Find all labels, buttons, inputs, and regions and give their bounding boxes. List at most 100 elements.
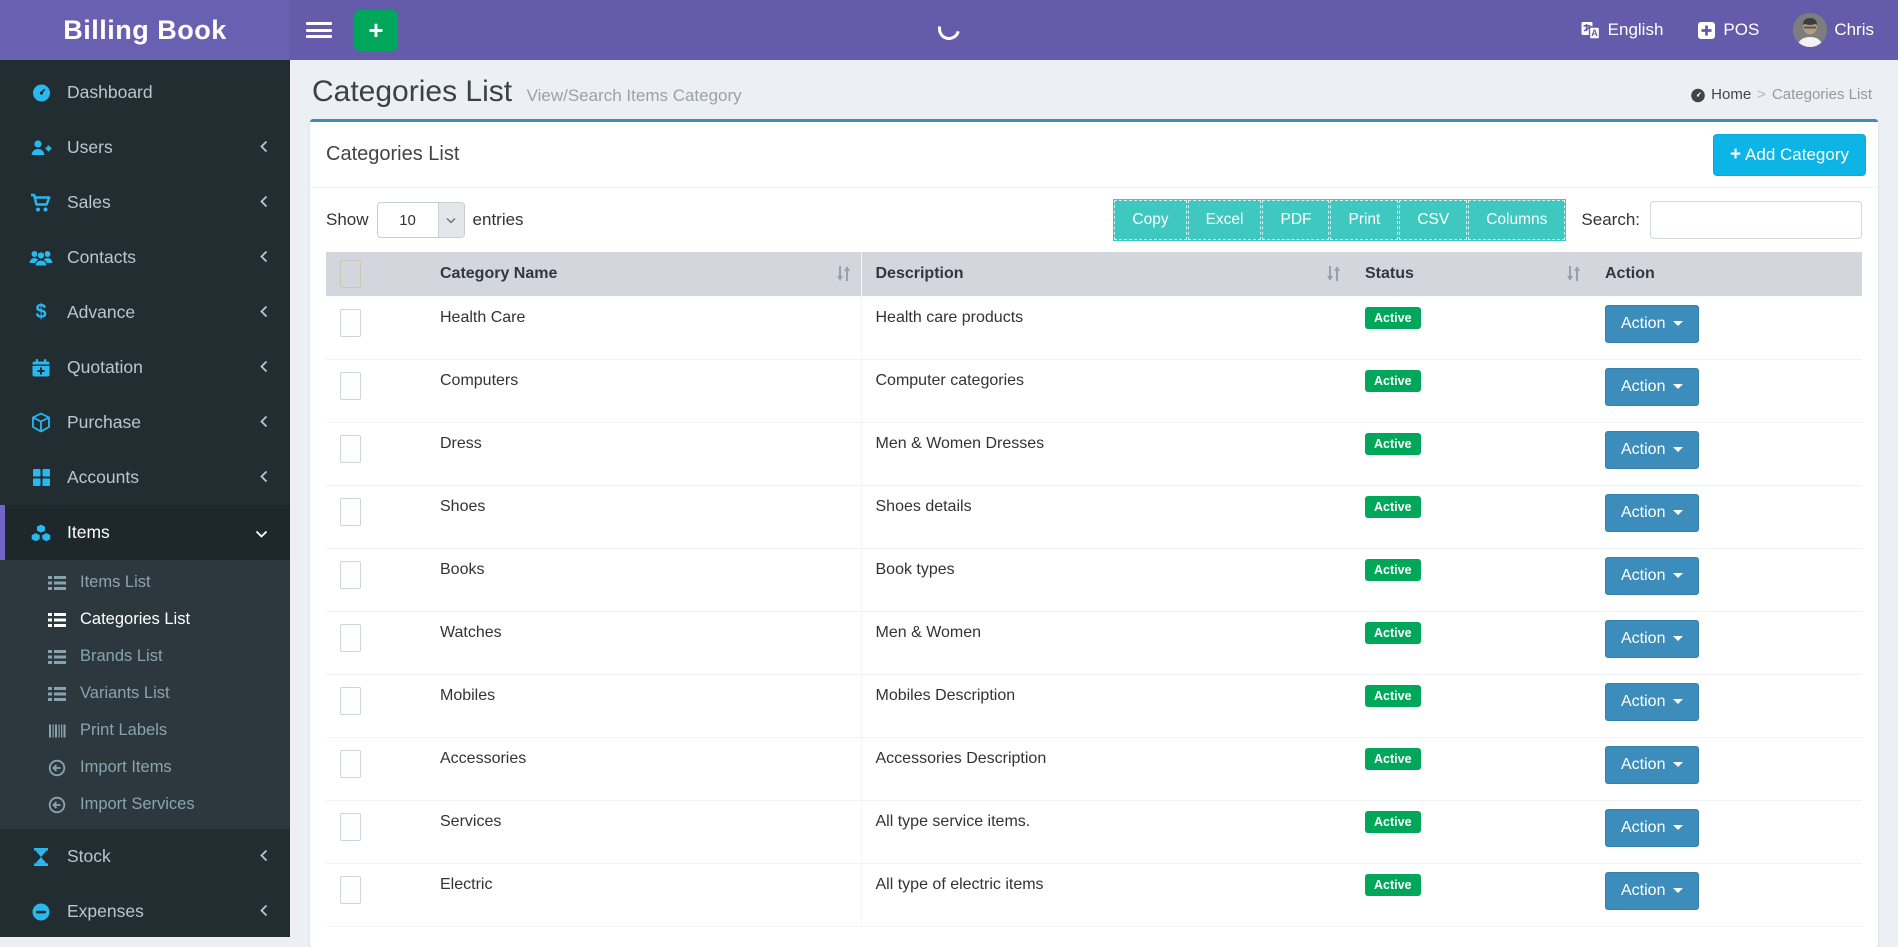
action-dropdown-button[interactable]: Action	[1605, 494, 1699, 532]
list-icon	[46, 575, 68, 591]
sidebar-subitem-variants-list[interactable]: Variants List	[0, 675, 290, 712]
copy-button[interactable]: Copy	[1114, 200, 1186, 240]
action-dropdown-button[interactable]: Action	[1605, 368, 1699, 406]
row-checkbox[interactable]	[340, 687, 361, 715]
sidebar-subitem-print-labels[interactable]: Print Labels	[0, 712, 290, 749]
dollar-icon: $	[29, 301, 53, 324]
pos-button[interactable]: POS	[1697, 20, 1759, 40]
breadcrumb-current: Categories List	[1772, 86, 1872, 103]
status-badge: Active	[1365, 433, 1421, 455]
main-content: Categories List View/Search Items Catego…	[290, 60, 1898, 937]
action-dropdown-button[interactable]: Action	[1605, 683, 1699, 721]
import-icon	[46, 796, 68, 814]
page-size-select[interactable]: 10	[377, 202, 465, 238]
print-button[interactable]: Print	[1330, 200, 1398, 240]
columns-button[interactable]: Columns	[1468, 200, 1565, 240]
breadcrumb-home-label: Home	[1711, 86, 1751, 103]
search-input[interactable]	[1650, 201, 1862, 239]
language-label: English	[1608, 20, 1664, 40]
sidebar-item-users[interactable]: Users	[0, 120, 290, 175]
sidebar: Dashboard Users Sales	[0, 60, 290, 937]
items-submenu: Items List Categories List Brands List	[0, 560, 290, 829]
sidebar-subitem-label: Print Labels	[80, 721, 167, 740]
table-row: Services All type service items. Active …	[326, 800, 1862, 863]
csv-button[interactable]: CSV	[1399, 200, 1467, 240]
action-dropdown-button[interactable]: Action	[1605, 746, 1699, 784]
sidebar-subitem-import-items[interactable]: Import Items	[0, 749, 290, 786]
breadcrumb-home-link[interactable]: Home	[1690, 86, 1751, 103]
chevron-left-icon	[260, 467, 268, 488]
add-category-button[interactable]: + Add Category	[1713, 134, 1866, 176]
user-menu[interactable]: Chris	[1793, 13, 1874, 47]
avatar	[1793, 13, 1827, 47]
quick-add-button[interactable]: +	[354, 10, 398, 51]
page-size-value: 10	[378, 203, 438, 237]
sort-icon	[1326, 266, 1341, 286]
sidebar-toggle-button[interactable]	[306, 20, 332, 40]
cubes-icon	[29, 523, 53, 543]
action-dropdown-button[interactable]: Action	[1605, 557, 1699, 595]
excel-button[interactable]: Excel	[1188, 200, 1262, 240]
select-all-checkbox[interactable]	[340, 260, 361, 288]
caret-down-icon	[1673, 384, 1683, 389]
language-menu[interactable]: A English	[1580, 20, 1664, 41]
sidebar-item-label: Advance	[67, 302, 260, 323]
pdf-button[interactable]: PDF	[1262, 200, 1329, 240]
navbar: + A English	[290, 0, 1898, 60]
sidebar-subitem-brands-list[interactable]: Brands List	[0, 638, 290, 675]
sidebar-item-dashboard[interactable]: Dashboard	[0, 65, 290, 120]
sidebar-item-label: Items	[67, 522, 255, 543]
row-checkbox[interactable]	[340, 624, 361, 652]
row-checkbox[interactable]	[340, 372, 361, 400]
chevron-down-icon	[438, 203, 464, 237]
description-cell: Computer categories	[861, 359, 1351, 422]
brand-logo[interactable]: Billing Book	[0, 0, 290, 60]
calendar-plus-icon	[29, 358, 53, 378]
sidebar-item-items[interactable]: Items	[0, 505, 290, 560]
row-checkbox[interactable]	[340, 750, 361, 778]
sidebar-subitem-categories-list[interactable]: Categories List	[0, 601, 290, 638]
table-row: Accessories Accessories Description Acti…	[326, 737, 1862, 800]
table-toolbar: Show 10 entries Copy Excel PDF Print	[326, 200, 1862, 240]
sidebar-item-purchase[interactable]: Purchase	[0, 395, 290, 450]
sidebar-item-accounts[interactable]: Accounts	[0, 450, 290, 505]
sidebar-subitem-items-list[interactable]: Items List	[0, 564, 290, 601]
row-checkbox[interactable]	[340, 498, 361, 526]
column-header-status[interactable]: Status	[1351, 252, 1591, 296]
brand-title: Billing Book	[63, 15, 227, 46]
hamburger-icon	[306, 22, 332, 25]
row-checkbox[interactable]	[340, 813, 361, 841]
chevron-left-icon	[260, 192, 268, 213]
toolbar-right: Copy Excel PDF Print CSV Columns Search:	[1114, 200, 1862, 240]
loading-spinner	[934, 14, 964, 44]
action-dropdown-button[interactable]: Action	[1605, 809, 1699, 847]
row-checkbox[interactable]	[340, 561, 361, 589]
categories-panel: Categories List + Add Category Show 10 e…	[310, 119, 1878, 947]
page-title: Categories List	[312, 75, 512, 108]
action-dropdown-button[interactable]: Action	[1605, 872, 1699, 910]
grid-icon	[29, 468, 53, 487]
category-name-cell: Dress	[426, 422, 861, 485]
status-badge: Active	[1365, 370, 1421, 392]
sidebar-item-sales[interactable]: Sales	[0, 175, 290, 230]
sidebar-item-expenses[interactable]: Expenses	[0, 884, 290, 939]
panel-heading: Categories List + Add Category	[310, 122, 1878, 188]
action-dropdown-button[interactable]: Action	[1605, 431, 1699, 469]
sidebar-item-contacts[interactable]: Contacts	[0, 230, 290, 285]
row-checkbox[interactable]	[340, 435, 361, 463]
description-cell: Men & Women Dresses	[861, 422, 1351, 485]
caret-down-icon	[1673, 573, 1683, 578]
sidebar-subitem-import-services[interactable]: Import Services	[0, 786, 290, 823]
sidebar-item-quotation[interactable]: Quotation	[0, 340, 290, 395]
table-row: Mobiles Mobiles Description Active Actio…	[326, 674, 1862, 737]
sidebar-item-advance[interactable]: $ Advance	[0, 285, 290, 340]
sort-icon	[836, 266, 851, 286]
column-header-category-name[interactable]: Category Name	[426, 252, 861, 296]
column-header-description[interactable]: Description	[861, 252, 1351, 296]
sidebar-item-stock[interactable]: Stock	[0, 829, 290, 884]
row-checkbox[interactable]	[340, 309, 361, 337]
row-checkbox[interactable]	[340, 876, 361, 904]
action-dropdown-button[interactable]: Action	[1605, 305, 1699, 343]
hourglass-icon	[29, 847, 53, 867]
action-dropdown-button[interactable]: Action	[1605, 620, 1699, 658]
